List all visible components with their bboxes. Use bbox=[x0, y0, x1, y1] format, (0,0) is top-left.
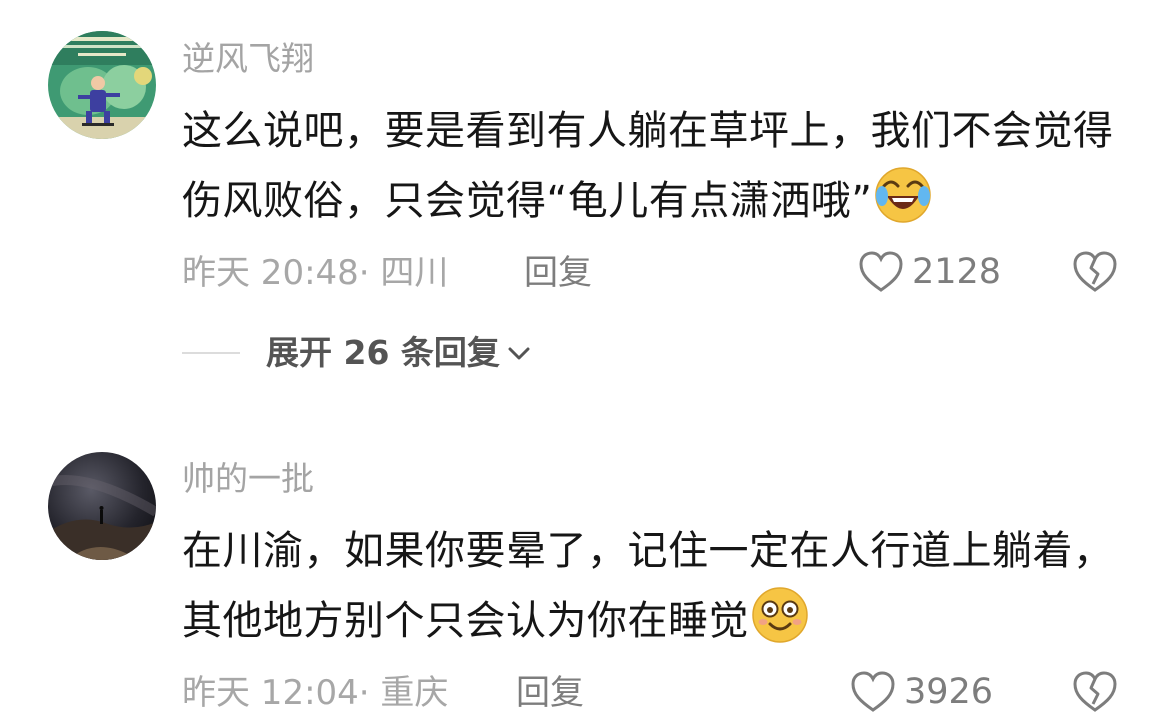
expand-replies-label: 展开 26 条回复 bbox=[266, 333, 500, 372]
avatar[interactable] bbox=[48, 452, 156, 560]
comment-meta: 昨天 12:04· 重庆 bbox=[182, 676, 448, 710]
smiling-face-emoji-icon bbox=[752, 587, 808, 643]
reply-button[interactable]: 回复 bbox=[516, 676, 584, 710]
comment-text: 这么说吧，要是看到有人躺在草坪上，我们不会觉得伤风败俗，只会觉得“龟儿有点潇洒哦… bbox=[182, 96, 1122, 236]
comment-text-body: 在川渝，如果你要晕了，记住一定在人行道上躺着，其他地方别个只会认为你在睡觉 bbox=[182, 528, 1114, 644]
like-count: 2128 bbox=[912, 251, 1002, 292]
location: 四川 bbox=[380, 253, 449, 293]
meta-separator: · bbox=[358, 673, 370, 713]
heart-icon bbox=[851, 671, 895, 712]
comment-text-body: 这么说吧，要是看到有人躺在草坪上，我们不会觉得伤风败俗，只会觉得“龟儿有点潇洒哦… bbox=[182, 108, 1114, 224]
avatar[interactable] bbox=[48, 31, 156, 139]
divider-line bbox=[182, 351, 240, 354]
dislike-button[interactable] bbox=[1072, 250, 1118, 298]
comment-item: 逆风飞翔 这么说吧，要是看到有人躺在草坪上，我们不会觉得伤风败俗，只会觉得“龟儿… bbox=[0, 0, 1170, 390]
broken-heart-icon bbox=[1073, 671, 1117, 712]
like-button[interactable]: 2128 bbox=[858, 250, 1001, 294]
timestamp: 昨天 20:48 bbox=[182, 253, 359, 293]
meta-separator: · bbox=[358, 253, 370, 293]
username[interactable]: 逆风飞翔 bbox=[182, 42, 314, 75]
location: 重庆 bbox=[380, 673, 449, 713]
reply-button[interactable]: 回复 bbox=[524, 256, 592, 290]
chevron-down-icon bbox=[508, 347, 530, 359]
broken-heart-icon bbox=[1073, 251, 1117, 292]
heart-icon bbox=[859, 251, 903, 292]
expand-replies-button[interactable]: 展开 26 条回复 bbox=[182, 336, 532, 369]
like-button[interactable]: 3926 bbox=[850, 670, 993, 714]
username[interactable]: 帅的一批 bbox=[182, 462, 314, 495]
laughing-crying-emoji-icon bbox=[875, 167, 932, 223]
like-count: 3926 bbox=[904, 671, 994, 712]
timestamp: 昨天 12:04 bbox=[182, 673, 359, 713]
comment-item: 帅的一批 在川渝，如果你要晕了，记住一定在人行道上躺着，其他地方别个只会认为你在… bbox=[0, 420, 1170, 712]
comment-text: 在川渝，如果你要晕了，记住一定在人行道上躺着，其他地方别个只会认为你在睡觉 bbox=[182, 516, 1122, 656]
dislike-button[interactable] bbox=[1072, 670, 1118, 718]
comment-meta: 昨天 20:48· 四川 bbox=[182, 256, 448, 290]
